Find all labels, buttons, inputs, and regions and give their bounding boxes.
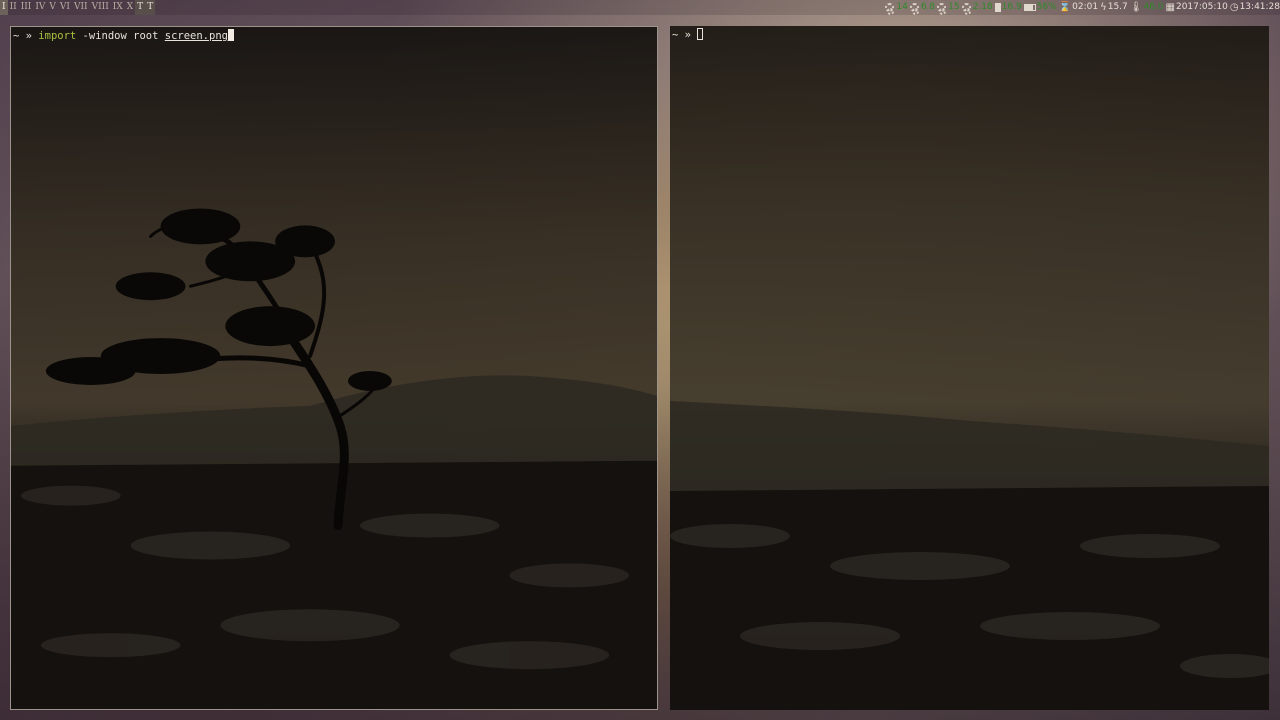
memory-value: 16.9	[1001, 2, 1022, 12]
time-value: 13:41:28	[1239, 2, 1280, 12]
power-value: 15.7	[1107, 2, 1128, 12]
workspace-t2[interactable]: T	[145, 0, 156, 15]
prompt-symbol: ~ »	[13, 30, 39, 42]
workspace-5[interactable]: V	[47, 0, 58, 15]
top-bar: I II III IV V VI VII VIII IX X T T 14 6.…	[0, 0, 1280, 15]
timer-value: 02:01	[1072, 2, 1099, 12]
clock-icon: ◷	[1229, 2, 1239, 13]
workspace-switcher: I II III IV V VI VII VIII IX X T T	[0, 0, 156, 15]
date-value: 2017:05:10	[1175, 2, 1228, 12]
wallpaper-landscape-scene	[670, 26, 1269, 710]
text-cursor	[697, 28, 704, 40]
clock-widget: ◷ 13:41:28	[1230, 0, 1280, 15]
battery-value: 56%	[1036, 2, 1057, 12]
cpu-widget-1: 14	[885, 0, 908, 15]
memory-widget: 16.9	[994, 0, 1022, 15]
workspace-6[interactable]: VI	[58, 0, 72, 15]
terminal-right[interactable]: ~ »	[670, 26, 1269, 710]
power-widget: ϟ 15.7	[1100, 0, 1128, 15]
workspace-1[interactable]: I	[0, 0, 8, 15]
calendar-icon: ▦	[1165, 2, 1175, 13]
workspace-7[interactable]: VII	[72, 0, 90, 15]
workspace-8[interactable]: VIII	[90, 0, 111, 15]
gear-icon	[885, 2, 895, 15]
battery-icon	[1023, 4, 1036, 11]
gear-icon	[909, 2, 920, 15]
cpu-value-3: 15	[948, 2, 960, 12]
terminal-left[interactable]: ~ » import -window root screen.png	[10, 26, 658, 710]
cpu-widget-3: 15	[937, 0, 960, 15]
terminal-left-prompt-line: ~ » import -window root screen.png	[13, 29, 234, 43]
terminal-right-prompt-line: ~ »	[672, 28, 704, 42]
cpu-widget-2: 6.8	[909, 0, 936, 15]
lightning-icon: ϟ	[1100, 2, 1107, 13]
command-name: import	[38, 30, 77, 42]
workspace-t1[interactable]: T	[135, 0, 146, 15]
workspace-2[interactable]: II	[8, 0, 19, 15]
workspace-4[interactable]: IV	[33, 0, 47, 15]
cpu-value-1: 14	[896, 2, 908, 12]
cpu-widget-4: 2.18	[961, 0, 993, 15]
timer-widget: ⌛ 02:01	[1059, 0, 1098, 15]
wallpaper-tree-scene	[11, 27, 657, 709]
workspace-9[interactable]: IX	[111, 0, 125, 15]
memory-icon	[994, 3, 1001, 12]
gear-icon	[961, 2, 972, 15]
hourglass-icon: ⌛	[1058, 2, 1072, 13]
status-area: 14 6.8 15 2.18 16.9 56% ⌛ 02:01 ϟ 15.7 🌡…	[883, 0, 1280, 15]
workspace-3[interactable]: III	[19, 0, 34, 15]
prompt-symbol: ~ »	[672, 29, 698, 41]
cpu-value-2: 6.8	[920, 2, 936, 12]
text-cursor	[227, 29, 234, 41]
temperature-widget: 🌡︎ 46.0	[1130, 0, 1164, 15]
cpu-value-4: 2.18	[972, 2, 993, 12]
workspace-10[interactable]: X	[125, 0, 135, 15]
date-widget: ▦ 2017:05:10	[1166, 0, 1228, 15]
command-args: -window root	[76, 30, 165, 42]
command-file-arg: screen.png	[164, 30, 228, 42]
gear-icon	[937, 2, 947, 15]
battery-widget: 56%	[1023, 0, 1057, 15]
thermometer-icon: 🌡︎	[1129, 2, 1143, 13]
temperature-value: 46.0	[1143, 2, 1164, 12]
